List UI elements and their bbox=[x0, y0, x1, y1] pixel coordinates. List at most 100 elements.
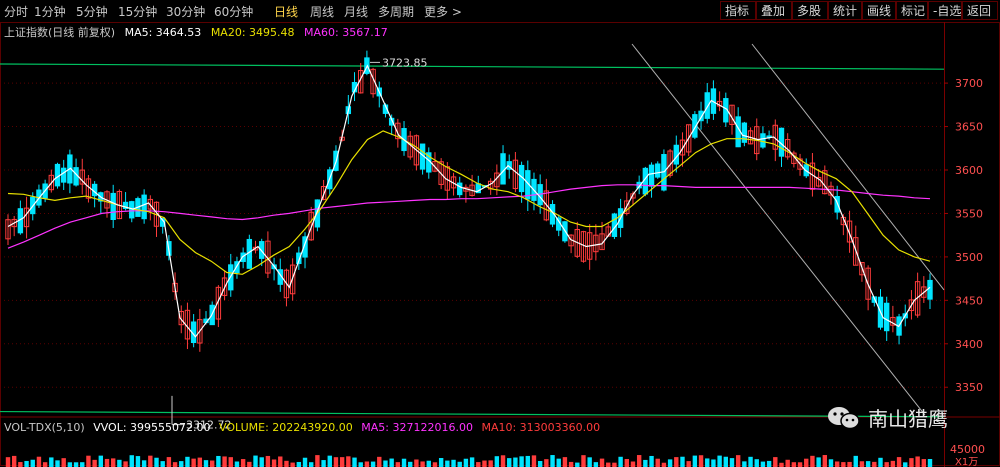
volume-bar bbox=[172, 462, 178, 467]
volume-bar bbox=[562, 457, 568, 467]
y-tick-label: 3650 bbox=[955, 121, 983, 134]
volume-bar bbox=[674, 457, 679, 467]
volume-bar bbox=[500, 455, 506, 467]
volume-bar bbox=[531, 455, 537, 467]
volume-bar bbox=[636, 455, 642, 467]
volume-bar bbox=[525, 455, 530, 467]
channel-bottom-line bbox=[0, 410, 945, 418]
volume-bar bbox=[24, 460, 29, 467]
volume-bar bbox=[494, 456, 500, 467]
volume-bar bbox=[742, 461, 747, 467]
toolbar-button-4[interactable]: 画线 bbox=[862, 1, 896, 20]
volume-bar bbox=[210, 460, 215, 467]
volume-bar bbox=[915, 456, 920, 467]
volume-bar bbox=[284, 460, 289, 467]
volume-bar bbox=[828, 459, 834, 467]
volume-bar bbox=[445, 460, 450, 467]
tab-6[interactable]: 日线 bbox=[274, 3, 298, 20]
toolbar-button-0[interactable]: 指标 bbox=[720, 1, 756, 20]
tab-10[interactable]: 更多 > bbox=[424, 3, 462, 20]
volume-bar bbox=[55, 460, 60, 467]
volume-bar bbox=[432, 462, 438, 467]
volume-bar bbox=[779, 462, 784, 467]
volume-bar bbox=[104, 458, 110, 467]
candle-body bbox=[883, 302, 890, 332]
volume-bar bbox=[593, 462, 599, 467]
volume-bar bbox=[370, 461, 376, 467]
volume-bar bbox=[86, 455, 91, 467]
volume-bar bbox=[581, 455, 586, 467]
volume-bar bbox=[228, 457, 233, 467]
volume-bar bbox=[735, 455, 741, 467]
volume-bar bbox=[804, 458, 809, 467]
tab-2[interactable]: 5分钟 bbox=[76, 3, 108, 20]
tab-0[interactable]: 分时 bbox=[4, 3, 28, 20]
volume-bar bbox=[476, 462, 481, 467]
volume-bar bbox=[463, 458, 469, 467]
wechat-icon bbox=[828, 407, 860, 430]
volume-bar bbox=[290, 462, 295, 467]
volume-bar bbox=[179, 461, 184, 467]
volume-bar bbox=[358, 462, 363, 467]
volume-bar bbox=[129, 455, 134, 467]
tab-5[interactable]: 60分钟 bbox=[214, 3, 253, 20]
toolbar-button-1[interactable]: 叠加 bbox=[756, 1, 792, 20]
toolbar-button-5[interactable]: 标记 bbox=[896, 1, 928, 20]
volume-bar bbox=[550, 455, 555, 467]
period-toolbar: 分时 1分钟 5分钟 15分钟 30分钟 60分钟 日线 周线 月线 多周期 更多 > 指标 叠加 多股统… bbox=[0, 0, 1000, 23]
volume-bar bbox=[519, 456, 524, 467]
volume-bar bbox=[141, 460, 147, 467]
volume-bar bbox=[389, 458, 394, 467]
volume-bar bbox=[234, 461, 240, 467]
volume-bar bbox=[748, 456, 753, 467]
y-tick-label: 3500 bbox=[955, 251, 983, 264]
y-tick-label: 3600 bbox=[955, 164, 983, 177]
volume-bar bbox=[865, 461, 871, 467]
volume-bar bbox=[482, 460, 487, 467]
volume-bar bbox=[166, 457, 172, 467]
y-tick-label: 3550 bbox=[955, 207, 983, 220]
volume-bar bbox=[896, 457, 902, 467]
volume-bar bbox=[568, 461, 574, 467]
tab-4[interactable]: 30分钟 bbox=[166, 3, 205, 20]
volume-bar bbox=[321, 460, 326, 467]
volume-bar bbox=[420, 461, 425, 467]
volume-bar bbox=[364, 461, 370, 467]
volume-bar bbox=[872, 461, 877, 467]
volume-bar bbox=[890, 460, 896, 467]
volume-unit-label: X1万 bbox=[955, 457, 978, 467]
volume-bar bbox=[222, 456, 227, 467]
tab-8[interactable]: 月线 bbox=[344, 3, 368, 20]
toolbar-button-6[interactable]: -自选 bbox=[928, 1, 962, 20]
vol-legend-ma5: MA5: 327122016.00 bbox=[361, 421, 473, 434]
toolbar-button-3[interactable]: 统计 bbox=[828, 1, 862, 20]
candle-body bbox=[648, 164, 655, 187]
candle-body bbox=[60, 167, 67, 183]
volume-bar bbox=[785, 459, 790, 467]
toolbar-button-7[interactable]: 返回 bbox=[962, 1, 998, 20]
volume-bar bbox=[61, 458, 66, 467]
volume-bar bbox=[333, 457, 339, 467]
price-chart[interactable]: 370036503600355035003450340033503723.853… bbox=[0, 22, 1000, 467]
volume-bar bbox=[655, 458, 660, 467]
volume-bar bbox=[30, 459, 35, 467]
tab-9[interactable]: 多周期 bbox=[378, 3, 414, 20]
volume-bar bbox=[352, 457, 357, 467]
tab-3[interactable]: 15分钟 bbox=[118, 3, 157, 20]
volume-bar bbox=[859, 461, 865, 467]
channel-top-line bbox=[0, 63, 945, 70]
volume-bar bbox=[921, 459, 927, 467]
volume-bar bbox=[278, 456, 283, 467]
volume-bar bbox=[667, 459, 673, 467]
high-annotation: 3723.85 bbox=[382, 56, 428, 69]
volume-bar bbox=[457, 461, 462, 467]
volume-bar bbox=[36, 456, 42, 467]
tab-7[interactable]: 周线 bbox=[310, 3, 334, 20]
candle-body bbox=[54, 163, 61, 187]
trendline-lower bbox=[631, 43, 926, 416]
volume-bar bbox=[847, 461, 852, 467]
volume-bar bbox=[408, 461, 413, 467]
volume-bar bbox=[339, 457, 345, 467]
tab-1[interactable]: 1分钟 bbox=[34, 3, 66, 20]
toolbar-button-2[interactable]: 多股 bbox=[792, 1, 828, 20]
